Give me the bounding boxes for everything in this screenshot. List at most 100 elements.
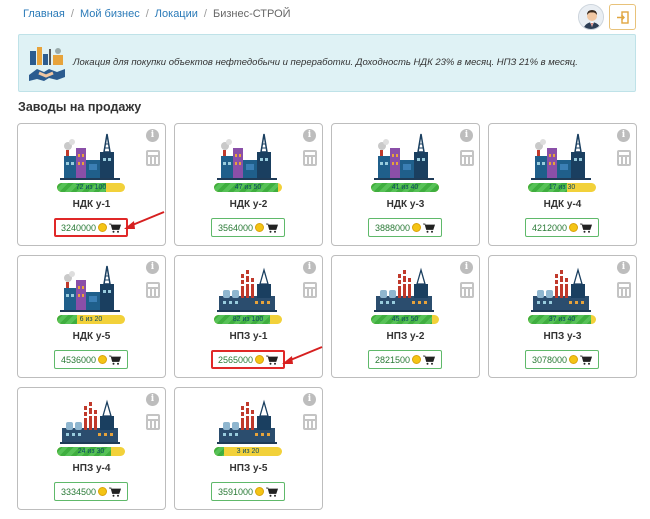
calculator-icon[interactable] xyxy=(303,282,317,298)
buy-button[interactable]: 3564000 xyxy=(211,218,285,237)
price: 4212000 xyxy=(531,222,568,233)
highlight-arrow xyxy=(124,211,165,229)
calculator-icon[interactable] xyxy=(617,282,631,298)
calculator-icon[interactable] xyxy=(146,282,160,298)
price: 3591000 xyxy=(217,486,254,497)
calculator-icon[interactable] xyxy=(303,414,317,430)
breadcrumb-separator: / xyxy=(70,8,74,20)
buy-button[interactable]: 4212000 xyxy=(525,218,599,237)
calculator-icon[interactable] xyxy=(617,150,631,166)
info-icon[interactable]: i xyxy=(460,261,473,274)
cart-icon xyxy=(266,355,279,365)
info-icon[interactable]: i xyxy=(303,261,316,274)
factory-image xyxy=(372,132,436,180)
factory-name: НДК у-4 xyxy=(543,199,582,210)
calculator-icon[interactable] xyxy=(146,414,160,430)
buy-button[interactable]: 2565000 xyxy=(211,350,285,369)
coin-icon xyxy=(412,355,422,364)
price: 3078000 xyxy=(531,354,568,365)
factory-name: НПЗ у-2 xyxy=(386,331,425,342)
price: 3888000 xyxy=(374,222,411,233)
coin-icon xyxy=(255,487,265,496)
factory-image xyxy=(372,264,436,312)
coin-icon xyxy=(255,223,265,232)
factory-card: i 6 из 20 НДК у-5 4536000 xyxy=(17,255,166,378)
availability-progress: 41 из 40 xyxy=(371,183,439,192)
availability-text: 24 из 30 xyxy=(77,448,105,455)
buy-button[interactable]: 3334500 xyxy=(54,482,128,501)
price: 4536000 xyxy=(60,354,97,365)
coin-icon xyxy=(98,223,108,232)
factory-image xyxy=(215,132,279,180)
availability-progress: 6 из 20 xyxy=(57,315,125,324)
info-icon[interactable]: i xyxy=(460,129,473,142)
factory-card: i 41 из 40 НДК у-3 3888000 xyxy=(331,123,480,246)
availability-progress: 45 из 50 xyxy=(371,315,439,324)
availability-text: 47 из 50 xyxy=(234,184,262,191)
info-icon[interactable]: i xyxy=(146,393,159,406)
factory-name: НДК у-3 xyxy=(386,199,425,210)
info-icon[interactable]: i xyxy=(617,261,630,274)
coin-icon xyxy=(98,487,108,496)
calculator-icon[interactable] xyxy=(460,282,474,298)
coin-icon xyxy=(569,355,579,364)
factory-name: НПЗ у-1 xyxy=(229,331,268,342)
buy-button[interactable]: 2821500 xyxy=(368,350,442,369)
buy-button[interactable]: 3888000 xyxy=(368,218,442,237)
factory-image xyxy=(58,132,122,180)
buy-button[interactable]: 3240000 xyxy=(54,218,128,237)
price: 3334500 xyxy=(60,486,97,497)
factory-image xyxy=(529,264,593,312)
availability-progress: 47 из 50 xyxy=(214,183,282,192)
coin-icon xyxy=(255,355,265,364)
price: 3240000 xyxy=(60,222,97,233)
calculator-icon[interactable] xyxy=(146,150,160,166)
user-avatar[interactable] xyxy=(578,4,604,30)
cart-icon xyxy=(266,223,279,233)
cart-icon xyxy=(109,223,122,233)
availability-progress: 72 из 100 xyxy=(57,183,125,192)
info-icon[interactable]: i xyxy=(617,129,630,142)
calculator-icon[interactable] xyxy=(460,150,474,166)
factory-name: НДК у-2 xyxy=(229,199,268,210)
factory-image xyxy=(58,396,122,444)
section-title: Заводы на продажу xyxy=(18,100,142,114)
cart-icon xyxy=(580,223,593,233)
factory-card: i 3 из 20 НПЗ у-5 3591000 xyxy=(174,387,323,510)
coin-icon xyxy=(412,223,422,232)
logout-icon xyxy=(617,10,629,24)
location-info-banner: Локация для покупки объектов нефтедобычи… xyxy=(18,34,636,92)
availability-progress: 82 из 100 xyxy=(214,315,282,324)
factory-name: НПЗ у-3 xyxy=(543,331,582,342)
calculator-icon[interactable] xyxy=(303,150,317,166)
breadcrumb-business[interactable]: Мой бизнес xyxy=(80,8,140,20)
factory-image xyxy=(215,396,279,444)
factory-name: НПЗ у-5 xyxy=(229,463,268,474)
buy-button[interactable]: 4536000 xyxy=(54,350,128,369)
breadcrumb-locations[interactable]: Локации xyxy=(155,8,198,20)
top-bar: Главная / Мой бизнес / Локации / Бизнес-… xyxy=(0,0,650,30)
info-icon[interactable]: i xyxy=(146,261,159,274)
breadcrumb-home[interactable]: Главная xyxy=(23,8,65,20)
buy-button[interactable]: 3591000 xyxy=(211,482,285,501)
info-icon[interactable]: i xyxy=(303,393,316,406)
buy-button[interactable]: 3078000 xyxy=(525,350,599,369)
price: 2821500 xyxy=(374,354,411,365)
info-icon[interactable]: i xyxy=(303,129,316,142)
cart-icon xyxy=(423,223,436,233)
info-icon[interactable]: i xyxy=(146,129,159,142)
availability-text: 82 из 100 xyxy=(232,316,264,323)
factory-image xyxy=(58,264,122,312)
coin-icon xyxy=(98,355,108,364)
factory-card: i 47 из 50 НДК у-2 3564000 xyxy=(174,123,323,246)
breadcrumb-current: Бизнес-СТРОЙ xyxy=(212,8,291,20)
factory-card: i 24 из 30 НПЗ у-4 3334500 xyxy=(17,387,166,510)
factory-name: НДК у-5 xyxy=(72,331,111,342)
logout-button[interactable] xyxy=(609,4,636,30)
business-deal-icon xyxy=(27,45,67,83)
availability-text: 3 из 20 xyxy=(236,448,260,455)
availability-progress: 37 из 40 xyxy=(528,315,596,324)
availability-progress: 3 из 20 xyxy=(214,447,282,456)
factory-name: НДК у-1 xyxy=(72,199,111,210)
availability-text: 41 из 40 xyxy=(391,184,419,191)
